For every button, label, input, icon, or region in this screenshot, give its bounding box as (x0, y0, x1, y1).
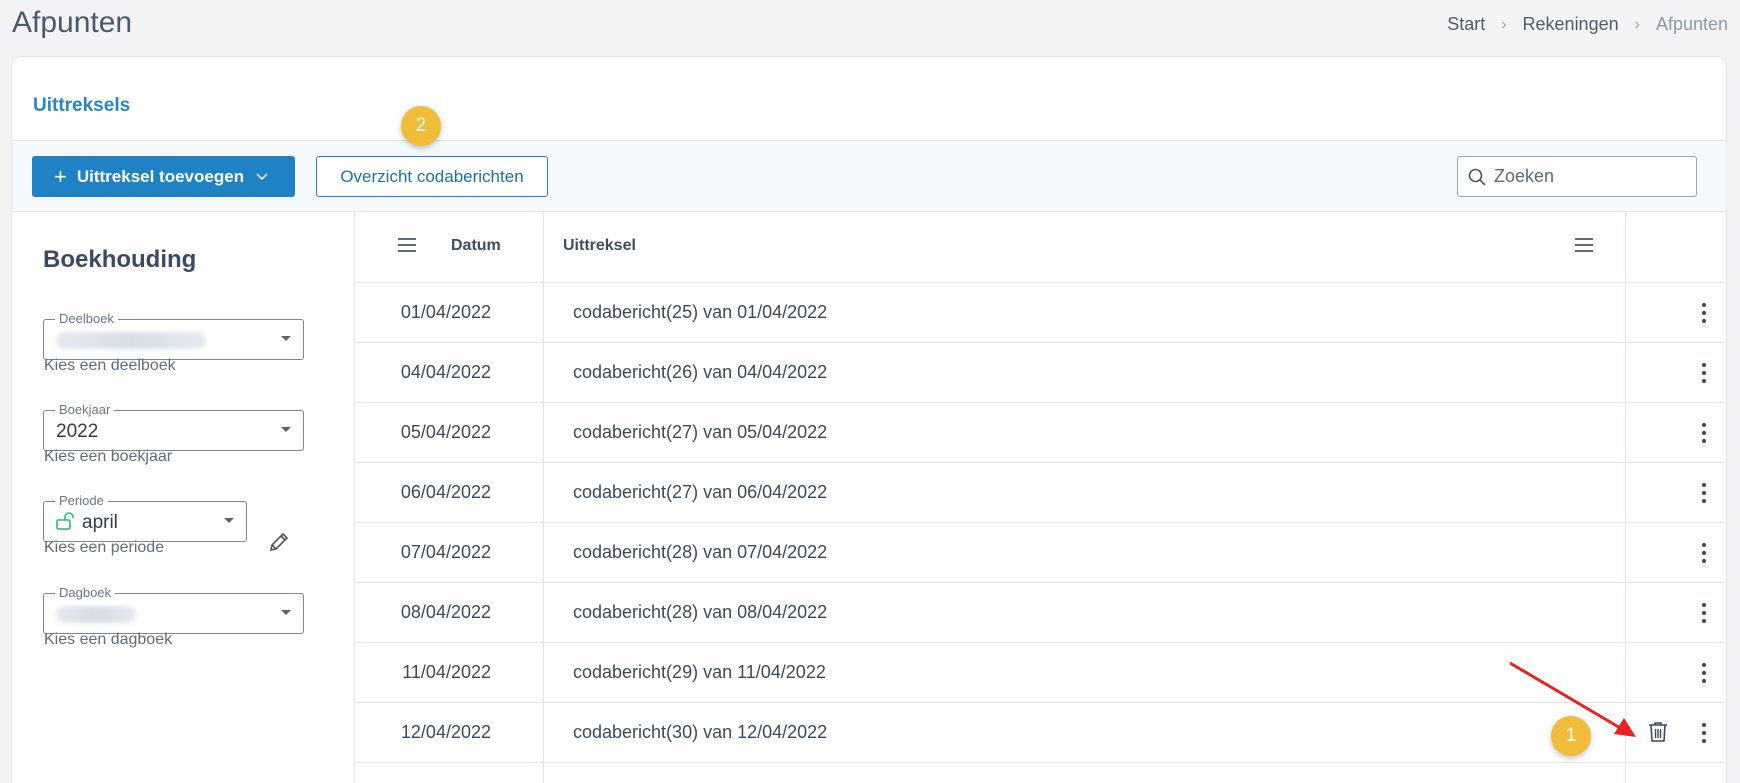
table-row[interactable]: 07/04/2022 codabericht(28) van 07/04/202… (355, 523, 1726, 583)
column-header-uittreksel[interactable]: Uittreksel (563, 237, 636, 255)
cell-uittreksel: codabericht(28) van 08/04/2022 (573, 602, 828, 622)
cell-uittreksel: codabericht(30) van 12/04/2022 (573, 722, 828, 742)
trash-icon[interactable] (1648, 721, 1668, 748)
more-vertical-icon[interactable] (1701, 363, 1707, 383)
tab-uittreksels[interactable]: Uittreksels (33, 95, 130, 117)
boekjaar-helper: Kies een boekjaar (44, 448, 173, 465)
table-row[interactable]: 05/04/2022 codabericht(27) van 05/04/202… (355, 403, 1726, 463)
blurred-value (56, 332, 206, 349)
boekjaar-value: 2022 (56, 421, 99, 442)
periode-value: april (82, 512, 118, 533)
deelboek-helper: Kies een deelboek (44, 357, 176, 374)
cell-uittreksel: codabericht(26) van 04/04/2022 (573, 362, 828, 382)
cell-datum: 12/04/2022 (400, 722, 491, 742)
boekhouding-panel: Boekhouding Deelboek Kies een deelboek B… (12, 212, 355, 783)
chevron-down-icon (256, 170, 268, 184)
breadcrumb: Start › Rekeningen › Afpunten (1447, 14, 1728, 35)
card-header: Uittreksels (12, 57, 1726, 141)
periode-legend: Periode (55, 493, 108, 508)
blurred-value (56, 606, 136, 623)
boekjaar-legend: Boekjaar (55, 402, 115, 417)
cell-uittreksel: codabericht(27) van 05/04/2022 (573, 422, 828, 442)
search-box (1457, 156, 1697, 197)
caret-down-icon (224, 518, 234, 523)
cell-uittreksel: codabericht(27) van 06/04/2022 (573, 482, 828, 502)
more-vertical-icon[interactable] (1701, 603, 1707, 623)
deelboek-select[interactable]: Deelboek (43, 311, 304, 360)
cell-datum: 01/04/2022 (400, 302, 491, 322)
plus-icon: + (54, 163, 67, 189)
cell-datum: 06/04/2022 (400, 482, 491, 502)
column-menu-icon[interactable] (397, 238, 417, 257)
cell-datum: 07/04/2022 (400, 542, 491, 562)
caret-down-icon (281, 427, 291, 432)
column-header-datum[interactable]: Datum (451, 237, 501, 255)
more-vertical-icon[interactable] (1701, 303, 1707, 323)
table-row[interactable]: 06/04/2022 codabericht(27) van 06/04/202… (355, 463, 1726, 523)
dagboek-legend: Dagboek (55, 585, 116, 600)
content-area: Boekhouding Deelboek Kies een deelboek B… (12, 212, 1726, 783)
red-arrow-icon (1509, 661, 1636, 737)
cell-datum: 11/04/2022 (402, 662, 491, 682)
add-uittreksel-button[interactable]: + Uittreksel toevoegen (32, 156, 295, 197)
cell-uittreksel: codabericht(28) van 07/04/2022 (573, 542, 828, 562)
chevron-right-icon: › (1501, 15, 1507, 33)
page-title: Afpunten (12, 6, 133, 39)
dagboek-select[interactable]: Dagboek (43, 585, 304, 634)
more-vertical-icon[interactable] (1701, 663, 1707, 683)
add-uittreksel-label: Uittreksel toevoegen (76, 166, 245, 186)
search-input[interactable] (1494, 166, 1674, 187)
search-icon (1468, 168, 1486, 186)
more-vertical-icon[interactable] (1701, 483, 1707, 503)
column-menu-icon[interactable] (1574, 238, 1594, 257)
cell-uittreksel: codabericht(25) van 01/04/2022 (573, 302, 828, 322)
periode-helper: Kies een periode (44, 539, 165, 556)
overzicht-codaberichten-button[interactable]: Overzicht codaberichten (316, 156, 548, 197)
deelboek-legend: Deelboek (55, 311, 118, 326)
caret-down-icon (281, 336, 291, 341)
more-vertical-icon[interactable] (1701, 723, 1707, 743)
cell-uittreksel: codabericht(29) van 11/04/2022 (573, 662, 826, 682)
periode-select[interactable]: Periode april (43, 493, 247, 542)
main-card: Uittreksels + Uittreksel toevoegen Overz… (11, 56, 1727, 783)
table-row[interactable]: 01/04/2022 codabericht(25) van 01/04/202… (355, 283, 1726, 343)
table-header: Datum Uittreksel (355, 212, 1726, 283)
cell-datum: 08/04/2022 (400, 602, 491, 622)
chevron-right-icon: › (1634, 15, 1640, 33)
dagboek-helper: Kies een dagboek (44, 631, 173, 648)
caret-down-icon (281, 610, 291, 615)
table-row[interactable]: 08/04/2022 codabericht(28) van 08/04/202… (355, 583, 1726, 643)
more-vertical-icon[interactable] (1701, 423, 1707, 443)
table-row[interactable]: 04/04/2022 codabericht(26) van 04/04/202… (355, 343, 1726, 403)
boekjaar-select[interactable]: Boekjaar 2022 (43, 402, 304, 451)
breadcrumb-current: Afpunten (1655, 14, 1728, 34)
pencil-icon[interactable] (268, 531, 290, 558)
cell-datum: 04/04/2022 (400, 362, 491, 382)
side-title: Boekhouding (43, 246, 197, 273)
breadcrumb-rekeningen[interactable]: Rekeningen (1523, 14, 1619, 35)
cell-datum: 05/04/2022 (400, 422, 491, 442)
unlock-icon (56, 512, 76, 535)
toolbar: + Uittreksel toevoegen Overzicht codaber… (12, 141, 1726, 212)
annotation-badge-2: 2 (401, 106, 441, 146)
breadcrumb-start[interactable]: Start (1447, 14, 1485, 35)
more-vertical-icon[interactable] (1701, 543, 1707, 563)
